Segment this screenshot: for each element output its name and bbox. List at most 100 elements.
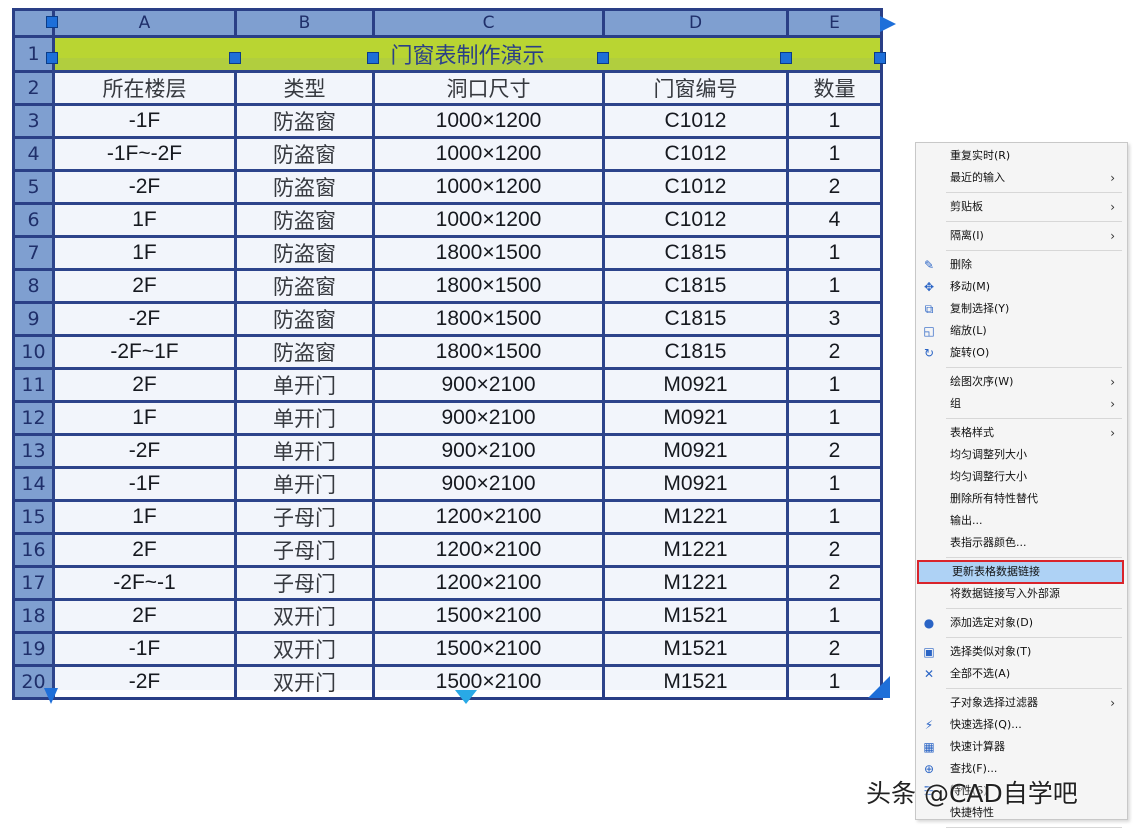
table-cell[interactable]: -2F: [52, 169, 237, 205]
grip-col-e[interactable]: [780, 52, 792, 64]
table-cell[interactable]: 防盗窗: [234, 202, 375, 238]
table-cell[interactable]: -1F: [52, 103, 237, 139]
menu-item-19[interactable]: 将数据链接写入外部源: [916, 583, 1127, 605]
table-cell[interactable]: C1815: [602, 334, 789, 370]
table-cell[interactable]: C1012: [602, 202, 789, 238]
table-cell[interactable]: 2: [786, 565, 883, 601]
table-cell[interactable]: 900×2100: [372, 466, 605, 502]
menu-item-1[interactable]: 重复实时(R): [916, 145, 1127, 167]
menu-item-14[interactable]: 均匀调整行大小: [916, 466, 1127, 488]
menu-item-5[interactable]: ✎ 删除: [916, 254, 1127, 276]
menu-item-7[interactable]: ⧉ 复制选择(Y): [916, 298, 1127, 320]
table-cell[interactable]: 900×2100: [372, 367, 605, 403]
menu-item-18[interactable]: 更新表格数据链接: [917, 560, 1124, 584]
table-cell[interactable]: M0921: [602, 367, 789, 403]
table-cell[interactable]: 1: [786, 598, 883, 634]
table-cell[interactable]: 单开门: [234, 400, 375, 436]
table-cell[interactable]: 子母门: [234, 565, 375, 601]
table-cell[interactable]: M1521: [602, 598, 789, 634]
table-cell[interactable]: -2F: [52, 301, 237, 337]
table-cell[interactable]: 防盗窗: [234, 301, 375, 337]
row-number[interactable]: 17: [12, 565, 55, 601]
table-cell[interactable]: C1012: [602, 103, 789, 139]
table-cell[interactable]: -2F: [52, 433, 237, 469]
row-number[interactable]: 18: [12, 598, 55, 634]
grip-col-right[interactable]: [874, 52, 886, 64]
table-cell[interactable]: -1F: [52, 631, 237, 667]
table-cell[interactable]: 1500×2100: [372, 598, 605, 634]
table-cell[interactable]: 1800×1500: [372, 268, 605, 304]
menu-item-15[interactable]: 删除所有特性替代: [916, 488, 1127, 510]
grip-title-left[interactable]: [46, 52, 58, 64]
menu-item-13[interactable]: 均匀调整列大小: [916, 444, 1127, 466]
table-cell[interactable]: M1221: [602, 532, 789, 568]
table-cell[interactable]: 4: [786, 202, 883, 238]
table-cell[interactable]: 子母门: [234, 532, 375, 568]
field-header-cell[interactable]: 类型: [234, 70, 375, 106]
table-cell[interactable]: 2: [786, 433, 883, 469]
table-cell[interactable]: C1012: [602, 136, 789, 172]
table-cell[interactable]: M0921: [602, 433, 789, 469]
table-cell[interactable]: 2: [786, 169, 883, 205]
table-cell[interactable]: 1200×2100: [372, 532, 605, 568]
table-cell[interactable]: 1: [786, 466, 883, 502]
menu-item-4[interactable]: 隔离(I) ›: [916, 225, 1127, 247]
table-cell[interactable]: -2F~1F: [52, 334, 237, 370]
table-cell[interactable]: 防盗窗: [234, 235, 375, 271]
menu-item-11[interactable]: 组 ›: [916, 393, 1127, 415]
menu-item-25[interactable]: ▦ 快速计算器: [916, 736, 1127, 758]
column-header-b[interactable]: B: [234, 8, 375, 38]
row-number[interactable]: 4: [12, 136, 55, 172]
table-cell[interactable]: 1500×2100: [372, 631, 605, 667]
table-cell[interactable]: 2: [786, 631, 883, 667]
table-cell[interactable]: C1815: [602, 268, 789, 304]
row-number[interactable]: 10: [12, 334, 55, 370]
table-cell[interactable]: 2F: [52, 367, 237, 403]
table-cell[interactable]: M0921: [602, 466, 789, 502]
row-number[interactable]: 5: [12, 169, 55, 205]
table-cell[interactable]: 1: [786, 136, 883, 172]
table-cell[interactable]: 防盗窗: [234, 268, 375, 304]
table-cell[interactable]: 防盗窗: [234, 334, 375, 370]
table-cell[interactable]: 双开门: [234, 664, 375, 700]
table-cell[interactable]: 1200×2100: [372, 499, 605, 535]
table-cell[interactable]: 子母门: [234, 499, 375, 535]
row-number[interactable]: 7: [12, 235, 55, 271]
table-cell[interactable]: 1F: [52, 202, 237, 238]
table-cell[interactable]: 双开门: [234, 598, 375, 634]
menu-item-9[interactable]: ↻ 旋转(O): [916, 342, 1127, 364]
column-header-e[interactable]: E: [786, 8, 883, 38]
table-cell[interactable]: 1000×1200: [372, 202, 605, 238]
table-cell[interactable]: 1: [786, 367, 883, 403]
row-number[interactable]: 13: [12, 433, 55, 469]
table-cell[interactable]: -1F~-2F: [52, 136, 237, 172]
stretch-arrow-right[interactable]: [880, 16, 896, 32]
table-cell[interactable]: 防盗窗: [234, 136, 375, 172]
row-number[interactable]: 12: [12, 400, 55, 436]
table-cell[interactable]: 1: [786, 103, 883, 139]
grip-col-b[interactable]: [229, 52, 241, 64]
table-cell[interactable]: 1: [786, 235, 883, 271]
stretch-arrow-left-bottom[interactable]: [44, 688, 58, 704]
table-cell[interactable]: C1815: [602, 301, 789, 337]
table-title[interactable]: 门窗表制作演示: [52, 35, 883, 73]
table-cell[interactable]: 单开门: [234, 367, 375, 403]
row-number[interactable]: 16: [12, 532, 55, 568]
table-cell[interactable]: -1F: [52, 466, 237, 502]
field-header-cell[interactable]: 门窗编号: [602, 70, 789, 106]
table-cell[interactable]: M1521: [602, 664, 789, 700]
menu-item-24[interactable]: ⚡ 快速选择(Q)...: [916, 714, 1127, 736]
table-cell[interactable]: 1: [786, 400, 883, 436]
grip-col-d[interactable]: [597, 52, 609, 64]
menu-item-12[interactable]: 表格样式 ›: [916, 422, 1127, 444]
column-header-a[interactable]: A: [52, 8, 237, 38]
table-cell[interactable]: 1F: [52, 499, 237, 535]
table-cell[interactable]: M1521: [602, 631, 789, 667]
table-cell[interactable]: 1200×2100: [372, 565, 605, 601]
table-cell[interactable]: 2F: [52, 532, 237, 568]
table-cell[interactable]: -2F: [52, 664, 237, 700]
table-cell[interactable]: 1500×2100: [372, 664, 605, 700]
table-cell[interactable]: 防盗窗: [234, 103, 375, 139]
table-cell[interactable]: 1F: [52, 400, 237, 436]
menu-item-3[interactable]: 剪贴板 ›: [916, 196, 1127, 218]
